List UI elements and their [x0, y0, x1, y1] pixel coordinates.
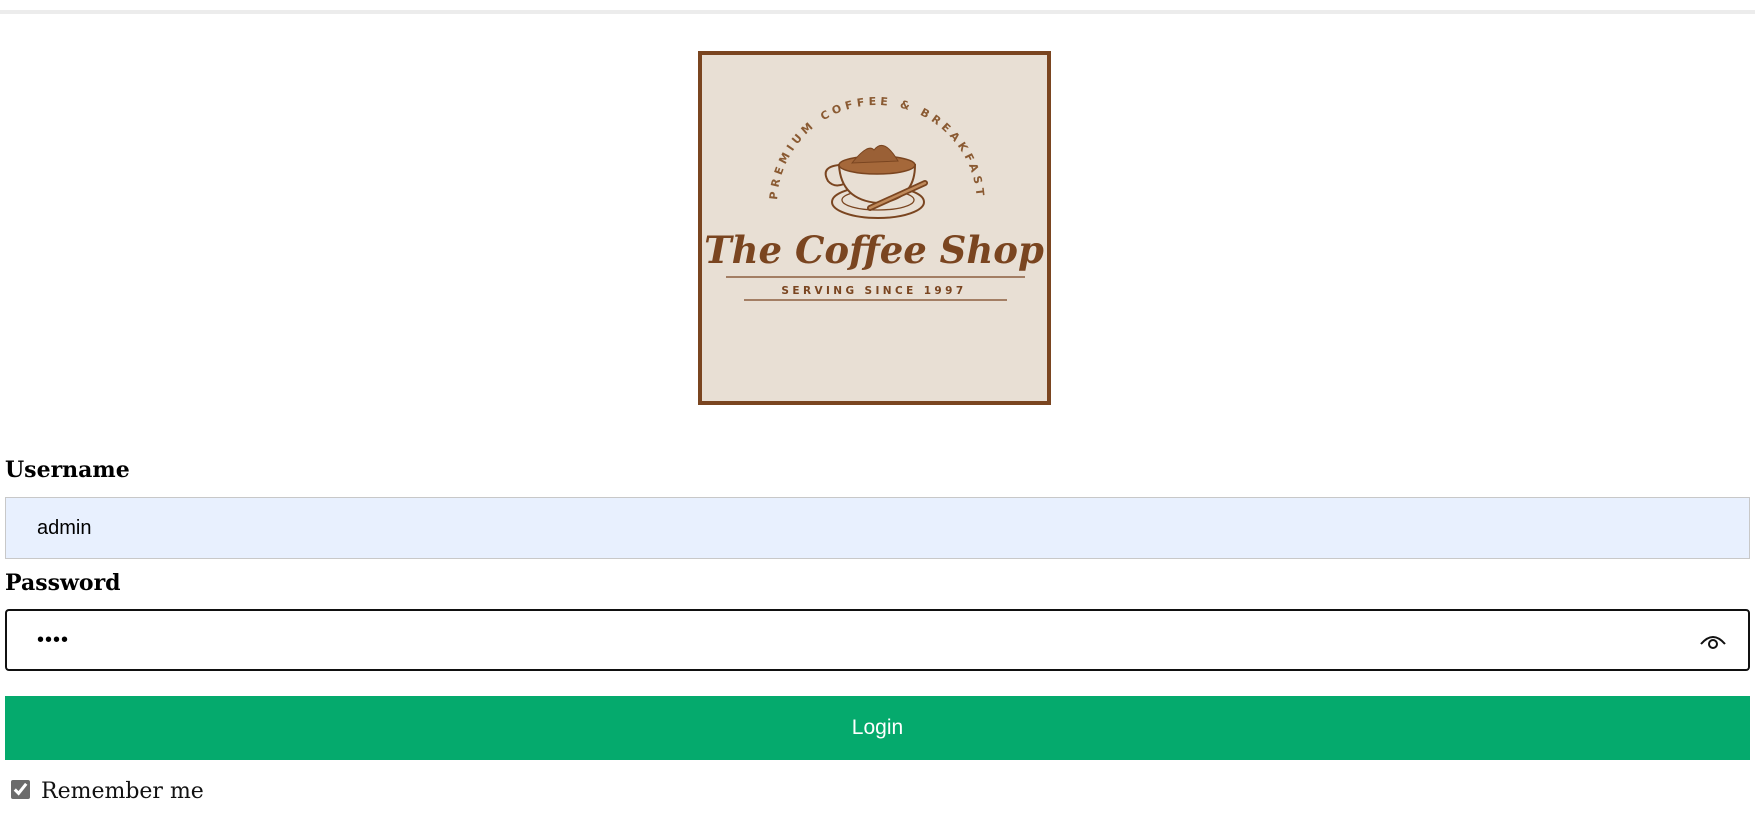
logo-brand-name: The Coffee Shop — [704, 228, 1044, 272]
password-field-wrapper — [5, 609, 1750, 671]
top-divider — [0, 10, 1755, 14]
remember-me[interactable]: Remember me — [11, 775, 204, 804]
remember-checkbox[interactable] — [11, 780, 30, 799]
username-input[interactable] — [6, 498, 1749, 558]
password-input[interactable] — [7, 611, 1748, 669]
logo-tagline: SERVING SINCE 1997 — [781, 285, 966, 297]
coffee-shop-logo: PREMIUM COFFEE & BREAKFAST The Coffee Sh… — [698, 51, 1051, 405]
logo-artwork: PREMIUM COFFEE & BREAKFAST The Coffee Sh… — [704, 95, 1044, 301]
password-label: Password — [5, 570, 121, 596]
remember-label: Remember me — [41, 779, 204, 804]
eye-icon[interactable] — [1698, 628, 1728, 652]
username-field-wrapper — [5, 497, 1750, 559]
username-label: Username — [5, 457, 130, 483]
login-button[interactable]: Login — [5, 696, 1750, 760]
